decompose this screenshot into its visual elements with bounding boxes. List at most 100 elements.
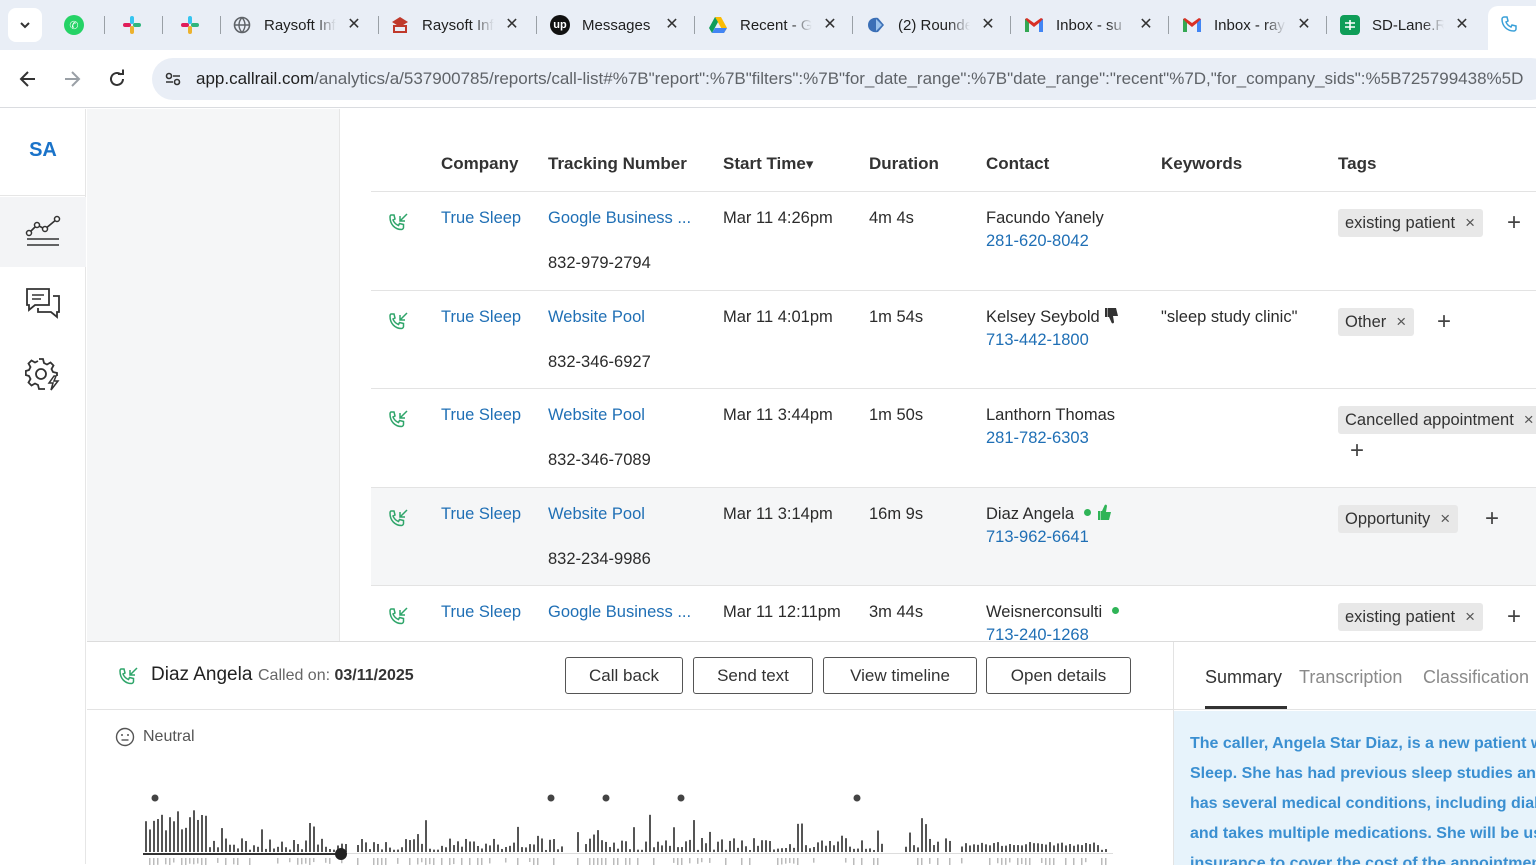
waveform-bar [237,848,239,852]
keyword-marker[interactable] [151,794,159,802]
col-contact[interactable]: Contact [986,154,1049,174]
remove-tag-icon[interactable]: × [1524,410,1534,430]
company-link[interactable]: True Sleep [441,603,521,622]
playhead-handle[interactable] [335,848,347,860]
table-row[interactable]: True Sleep Google Business ... Mar 11 12… [371,586,1536,641]
close-tab-icon[interactable]: ✕ [980,16,996,33]
close-tab-icon[interactable]: ✕ [1138,16,1154,33]
call-audio-waveform[interactable] [143,772,1113,865]
tracking-source-link[interactable]: Website Pool [548,505,645,524]
waveform-bar [261,829,263,852]
company-link[interactable]: True Sleep [441,505,521,524]
remove-tag-icon[interactable]: × [1465,213,1475,233]
add-tag-button[interactable]: + [1347,437,1367,464]
waveform-bar [1065,845,1067,852]
waveform-bar [309,823,311,852]
waveform-bar-secondary [193,858,195,865]
tab-gmail-1[interactable]: Inbox - su ✕ [1024,6,1154,44]
col-tracking-number[interactable]: Tracking Number [548,154,687,174]
tab-slack-1[interactable] [122,6,152,44]
open-details-button[interactable]: Open details [986,657,1131,694]
tab-classification[interactable]: Classification [1423,667,1529,688]
tab-summary[interactable]: Summary [1205,667,1282,688]
forward-button[interactable] [57,64,87,94]
site-settings-icon[interactable] [162,68,184,90]
waveform-bar [805,845,807,852]
waveform-bar [937,841,939,852]
nav-analytics[interactable] [0,197,86,267]
tracking-source-link[interactable]: Google Business ... [548,603,691,622]
contact-phone[interactable]: 281-620-8042 [986,232,1089,251]
tab-whatsapp[interactable]: ✆ [64,6,94,44]
tab-raysoft-2[interactable]: Raysoft Inf ✕ [390,6,520,44]
tracking-number: 832-346-6927 [548,353,651,371]
tab-sheets[interactable]: SD-Lane.R ✕ [1340,6,1470,44]
remove-tag-icon[interactable]: × [1465,607,1475,627]
tab-drive[interactable]: Recent - G ✕ [708,6,838,44]
contact-phone[interactable]: 713-442-1800 [986,331,1089,350]
waveform-bar-secondary [233,858,235,865]
add-tag-button[interactable]: + [1504,603,1524,630]
close-tab-icon[interactable]: ✕ [504,16,520,33]
company-link[interactable]: True Sleep [441,308,521,327]
keyword-marker[interactable] [602,794,610,802]
account-initials[interactable]: SA [0,139,86,162]
send-text-button[interactable]: Send text [693,657,813,694]
waveform-bar [749,849,751,852]
keyword-marker[interactable] [853,794,861,802]
table-row-selected[interactable]: True Sleep Website Pool 832-234-9986 Mar… [371,488,1536,586]
call-back-button[interactable]: Call back [565,657,683,694]
tab-transcription[interactable]: Transcription [1299,667,1402,688]
tracking-source-link[interactable]: Google Business ... [548,209,691,228]
table-row[interactable]: True Sleep Google Business ... 832-979-2… [371,192,1536,291]
waveform-bar [489,845,491,852]
waveform-bar [733,838,735,852]
contact-phone[interactable]: 713-962-6641 [986,528,1089,547]
col-duration[interactable]: Duration [869,154,939,174]
call-summary: The caller, Angela Star Diaz, is a new p… [1174,711,1536,865]
close-tab-icon[interactable]: ✕ [664,16,680,33]
company-link[interactable]: True Sleep [441,209,521,228]
col-start-time[interactable]: Start Time▾ [723,154,813,174]
address-bar[interactable]: app.callrail.com/analytics/a/537900785/r… [152,58,1536,100]
tab-search-button[interactable] [8,8,42,42]
nav-conversations[interactable] [0,268,86,338]
table-row[interactable]: True Sleep Website Pool 832-346-7089 Mar… [371,389,1536,488]
roundel-icon [866,15,886,35]
view-timeline-button[interactable]: View timeline [823,657,977,694]
tab-roundel[interactable]: (2) Rounde ✕ [866,6,996,44]
remove-tag-icon[interactable]: × [1396,312,1406,332]
add-tag-button[interactable]: + [1482,505,1502,532]
close-tab-icon[interactable]: ✕ [1296,16,1312,33]
add-tag-button[interactable]: + [1434,308,1454,335]
waveform-bar [905,846,907,852]
tracking-source-link[interactable]: Website Pool [548,406,645,425]
contact-phone[interactable]: 713-240-1268 [986,626,1089,641]
tab-messages[interactable]: up Messages ✕ [550,6,680,44]
tab-raysoft-1[interactable]: Raysoft Inf ✕ [232,6,362,44]
close-tab-icon[interactable]: ✕ [1454,16,1470,33]
table-row[interactable]: True Sleep Website Pool 832-346-6927 Mar… [371,291,1536,389]
tab-gmail-2[interactable]: Inbox - ray ✕ [1182,6,1312,44]
keyword-marker[interactable] [547,794,555,802]
waveform-bar [753,838,755,852]
close-tab-icon[interactable]: ✕ [822,16,838,33]
reload-button[interactable] [102,64,132,94]
tab-slack-2[interactable] [180,6,210,44]
waveform-bar [641,849,643,852]
keyword-marker[interactable] [677,794,685,802]
add-tag-button[interactable]: + [1504,209,1524,236]
company-link[interactable]: True Sleep [441,406,521,425]
remove-tag-icon[interactable]: × [1440,509,1450,529]
waveform-bar-secondary [793,858,795,864]
back-button[interactable] [13,64,43,94]
active-tab-underline [1205,706,1287,709]
col-keywords[interactable]: Keywords [1161,154,1242,174]
tracking-source-link[interactable]: Website Pool [548,308,645,327]
close-tab-icon[interactable]: ✕ [346,16,362,33]
col-tags[interactable]: Tags [1338,154,1376,174]
contact-phone[interactable]: 281-782-6303 [986,429,1089,448]
nav-settings[interactable] [0,339,86,409]
active-tab-callrail[interactable] [1488,6,1536,50]
col-company[interactable]: Company [441,154,518,174]
